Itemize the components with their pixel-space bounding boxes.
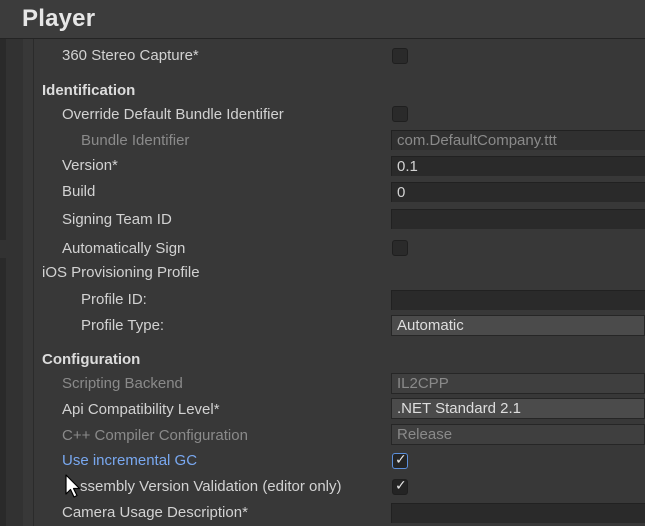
provisioning-profile-label: iOS Provisioning Profile	[42, 264, 200, 281]
page-title: Player	[22, 5, 96, 32]
assembly-validation-checkbox[interactable]: ✓	[392, 477, 408, 495]
version-label: Version*	[62, 157, 118, 174]
player-settings-panel: Player 360 Stereo Capture* Identificatio…	[0, 0, 645, 526]
cpp-config-label: C++ Compiler Configuration	[62, 427, 248, 444]
scripting-backend-dropdown[interactable]: IL2CPP	[391, 373, 645, 394]
checkmark-icon: ✓	[395, 451, 407, 467]
profile-type-dropdown[interactable]: Automatic	[391, 315, 645, 336]
profile-id-field[interactable]	[391, 290, 645, 310]
override-bundle-label: Override Default Bundle Identifier	[62, 106, 284, 123]
bundle-identifier-field[interactable]: com.DefaultCompany.ttt	[391, 130, 645, 150]
checkmark-icon: ✓	[395, 477, 407, 493]
api-level-label: Api Compatibility Level*	[62, 401, 220, 418]
profile-type-label: Profile Type:	[81, 317, 165, 334]
left-sidebar-strip	[0, 0, 23, 526]
inspector-header: Player	[0, 0, 645, 38]
indent-guide	[33, 39, 34, 526]
signing-team-label: Signing Team ID	[62, 211, 172, 228]
left-strip-bar	[0, 258, 6, 526]
build-label: Build	[62, 183, 96, 200]
api-level-dropdown[interactable]: .NET Standard 2.1	[391, 398, 645, 419]
auto-sign-checkbox[interactable]	[392, 240, 408, 256]
auto-sign-label: Automatically Sign	[62, 240, 186, 257]
build-field[interactable]: 0	[391, 182, 645, 202]
scripting-backend-label: Scripting Backend	[62, 375, 183, 392]
section-configuration[interactable]: Configuration	[42, 349, 140, 371]
camera-usage-field[interactable]	[391, 503, 645, 523]
stereo-capture-label: 360 Stereo Capture*	[62, 47, 199, 64]
stereo-capture-checkbox[interactable]	[392, 48, 408, 64]
incremental-gc-checkbox[interactable]: ✓	[392, 451, 408, 469]
signing-team-field[interactable]	[391, 209, 645, 229]
version-field[interactable]: 0.1	[391, 156, 645, 176]
cpp-config-dropdown[interactable]: Release	[391, 424, 645, 445]
profile-id-label: Profile ID:	[81, 291, 147, 308]
bundle-identifier-label: Bundle Identifier	[81, 132, 190, 149]
camera-usage-label: Camera Usage Description*	[62, 504, 248, 521]
mouse-cursor-icon	[65, 474, 81, 498]
assembly-validation-label: ssembly Version Validation (editor only)	[80, 478, 342, 495]
override-bundle-checkbox[interactable]	[392, 106, 408, 122]
section-identification[interactable]: Identification	[42, 80, 135, 102]
header-divider	[0, 38, 645, 39]
incremental-gc-label: Use incremental GC	[62, 452, 198, 469]
